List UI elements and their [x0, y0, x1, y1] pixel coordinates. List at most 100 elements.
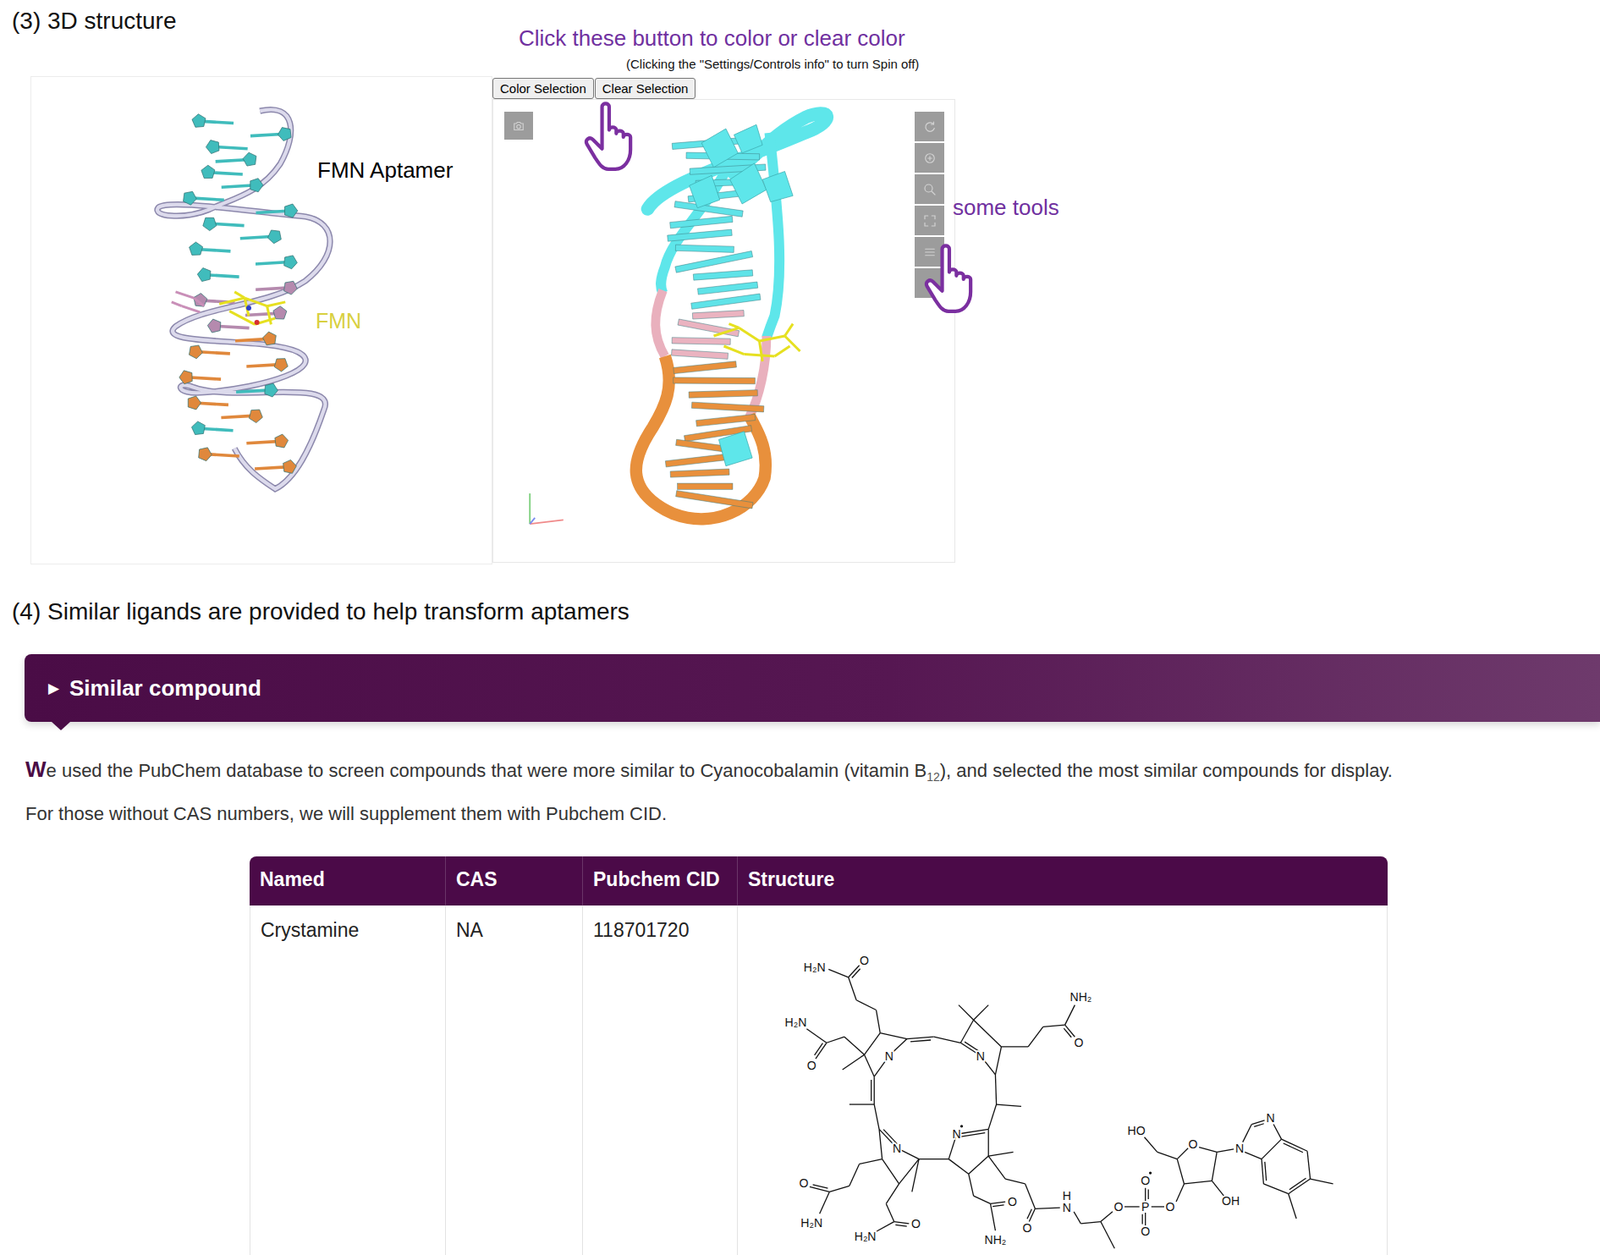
bond	[879, 1129, 883, 1160]
base-ring	[187, 395, 201, 410]
bond	[912, 1159, 919, 1193]
atom-label: OH	[1221, 1193, 1240, 1208]
aptamer-3d-model	[493, 99, 955, 562]
base-ring	[191, 421, 205, 435]
base-ring	[284, 280, 298, 295]
base-ring	[274, 358, 288, 372]
toolbar-button[interactable]	[914, 174, 945, 204]
toolbar-button[interactable]	[914, 205, 945, 236]
y-axis	[528, 493, 531, 524]
bond	[849, 1164, 860, 1187]
bond	[992, 1204, 1004, 1207]
base-ring	[193, 293, 208, 308]
bond	[1142, 1214, 1144, 1225]
intro-text: We used the PubChem database to screen c…	[25, 750, 1600, 833]
disclosure-icon: ▶	[48, 679, 60, 698]
screenshot-button[interactable]	[504, 111, 534, 140]
selection-button[interactable]: Clear Selection	[594, 77, 697, 99]
ligand-atom	[254, 319, 260, 325]
bond	[876, 1010, 881, 1034]
fmn-ligand-bond	[244, 297, 267, 307]
fullscreen-icon	[922, 213, 938, 229]
fmn-ligand-bond	[234, 291, 245, 298]
model-label: FMN Aptamer	[317, 158, 453, 184]
base-ring	[203, 217, 217, 231]
bond	[1273, 1124, 1282, 1140]
3d-viewer[interactable]	[492, 98, 956, 563]
atom-label: O	[1022, 1220, 1033, 1235]
atom-label: N	[1235, 1141, 1244, 1155]
bond	[813, 1184, 829, 1188]
atom-label: P	[1141, 1199, 1150, 1214]
structure-cell: H₂NONH₂H₂NOONNHONNONNOOOHOHNOPOH₂NOOOH₂N…	[736, 905, 1388, 1255]
nucleotide-base	[667, 229, 732, 242]
bond	[876, 1221, 895, 1232]
base-ring	[274, 434, 289, 448]
nucleotide-base	[692, 310, 744, 319]
bond	[885, 1204, 894, 1222]
viewer-toolbar	[914, 111, 945, 298]
toolbar-button[interactable]	[914, 236, 945, 267]
bond	[934, 1037, 962, 1044]
bond	[958, 1005, 974, 1021]
nucleotide-base	[692, 269, 753, 281]
bond	[1283, 1143, 1304, 1153]
bond	[961, 1132, 986, 1137]
atom-label: N	[1266, 1111, 1276, 1126]
nucleotide-base	[221, 178, 264, 193]
bond	[968, 1174, 974, 1197]
fmn-ligand-bond	[267, 306, 272, 325]
bond	[848, 977, 857, 1001]
base-ring	[197, 268, 211, 282]
ribbon-binding	[655, 290, 666, 357]
bond	[988, 1152, 1013, 1157]
atom-label: H₂N	[800, 1215, 823, 1230]
camera-icon	[511, 118, 527, 134]
bond	[973, 1005, 990, 1021]
nucleotide-base	[675, 251, 754, 274]
binding-residue	[181, 306, 201, 313]
bond	[1124, 1206, 1140, 1208]
chemical-structure: H₂NONH₂H₂NOONNHONNONNOOOHOHNOPOH₂NOOOH₂N…	[759, 915, 1386, 1255]
selection-button[interactable]: Color Selection	[492, 77, 594, 99]
bond	[1144, 1212, 1146, 1226]
annotation-note: (Clicking the "Settings/Controls info" t…	[626, 56, 919, 72]
atom-label: N	[1062, 1201, 1072, 1216]
atom-label: O	[1140, 1225, 1150, 1239]
atom-label: H₂N	[803, 960, 826, 974]
rotate-icon	[922, 119, 938, 135]
similar-compound-accordion[interactable]: ▶Similar compound	[24, 654, 1600, 722]
bond	[1005, 1178, 1025, 1184]
bond	[1027, 1209, 1032, 1220]
table-header-cell: Pubchem CID	[582, 856, 737, 906]
fmn-ligand-bond	[229, 311, 255, 325]
button-row: Color SelectionClear Selection	[492, 76, 957, 99]
bond	[826, 1037, 845, 1044]
bond	[996, 1104, 1022, 1106]
ribbon	[647, 113, 827, 209]
fmn-ligand-bond	[785, 324, 794, 336]
nucleotide-base	[671, 337, 731, 346]
nucleotide-base	[246, 434, 288, 448]
toolbar-button[interactable]	[914, 111, 945, 142]
atom-label: N	[952, 1127, 962, 1142]
ribbon-binding	[749, 335, 767, 418]
bond	[1288, 1178, 1311, 1194]
bond	[1100, 1221, 1115, 1249]
bond	[828, 969, 848, 978]
toolbar-button[interactable]	[914, 142, 945, 173]
annotation-title: Click these button to color or clear col…	[518, 25, 906, 52]
base-slab	[701, 128, 738, 168]
bond	[1144, 1137, 1158, 1153]
pointing-hand-icon	[922, 243, 979, 315]
ribbon	[766, 132, 780, 338]
bond	[1244, 1152, 1262, 1160]
bond	[879, 1033, 908, 1040]
bond	[1063, 1028, 1072, 1038]
base-ring	[248, 409, 263, 423]
nucleotide-base	[179, 370, 221, 385]
bond	[1176, 1183, 1184, 1202]
bond	[1025, 1183, 1036, 1209]
bond	[988, 1104, 996, 1129]
base-ring	[192, 114, 206, 128]
